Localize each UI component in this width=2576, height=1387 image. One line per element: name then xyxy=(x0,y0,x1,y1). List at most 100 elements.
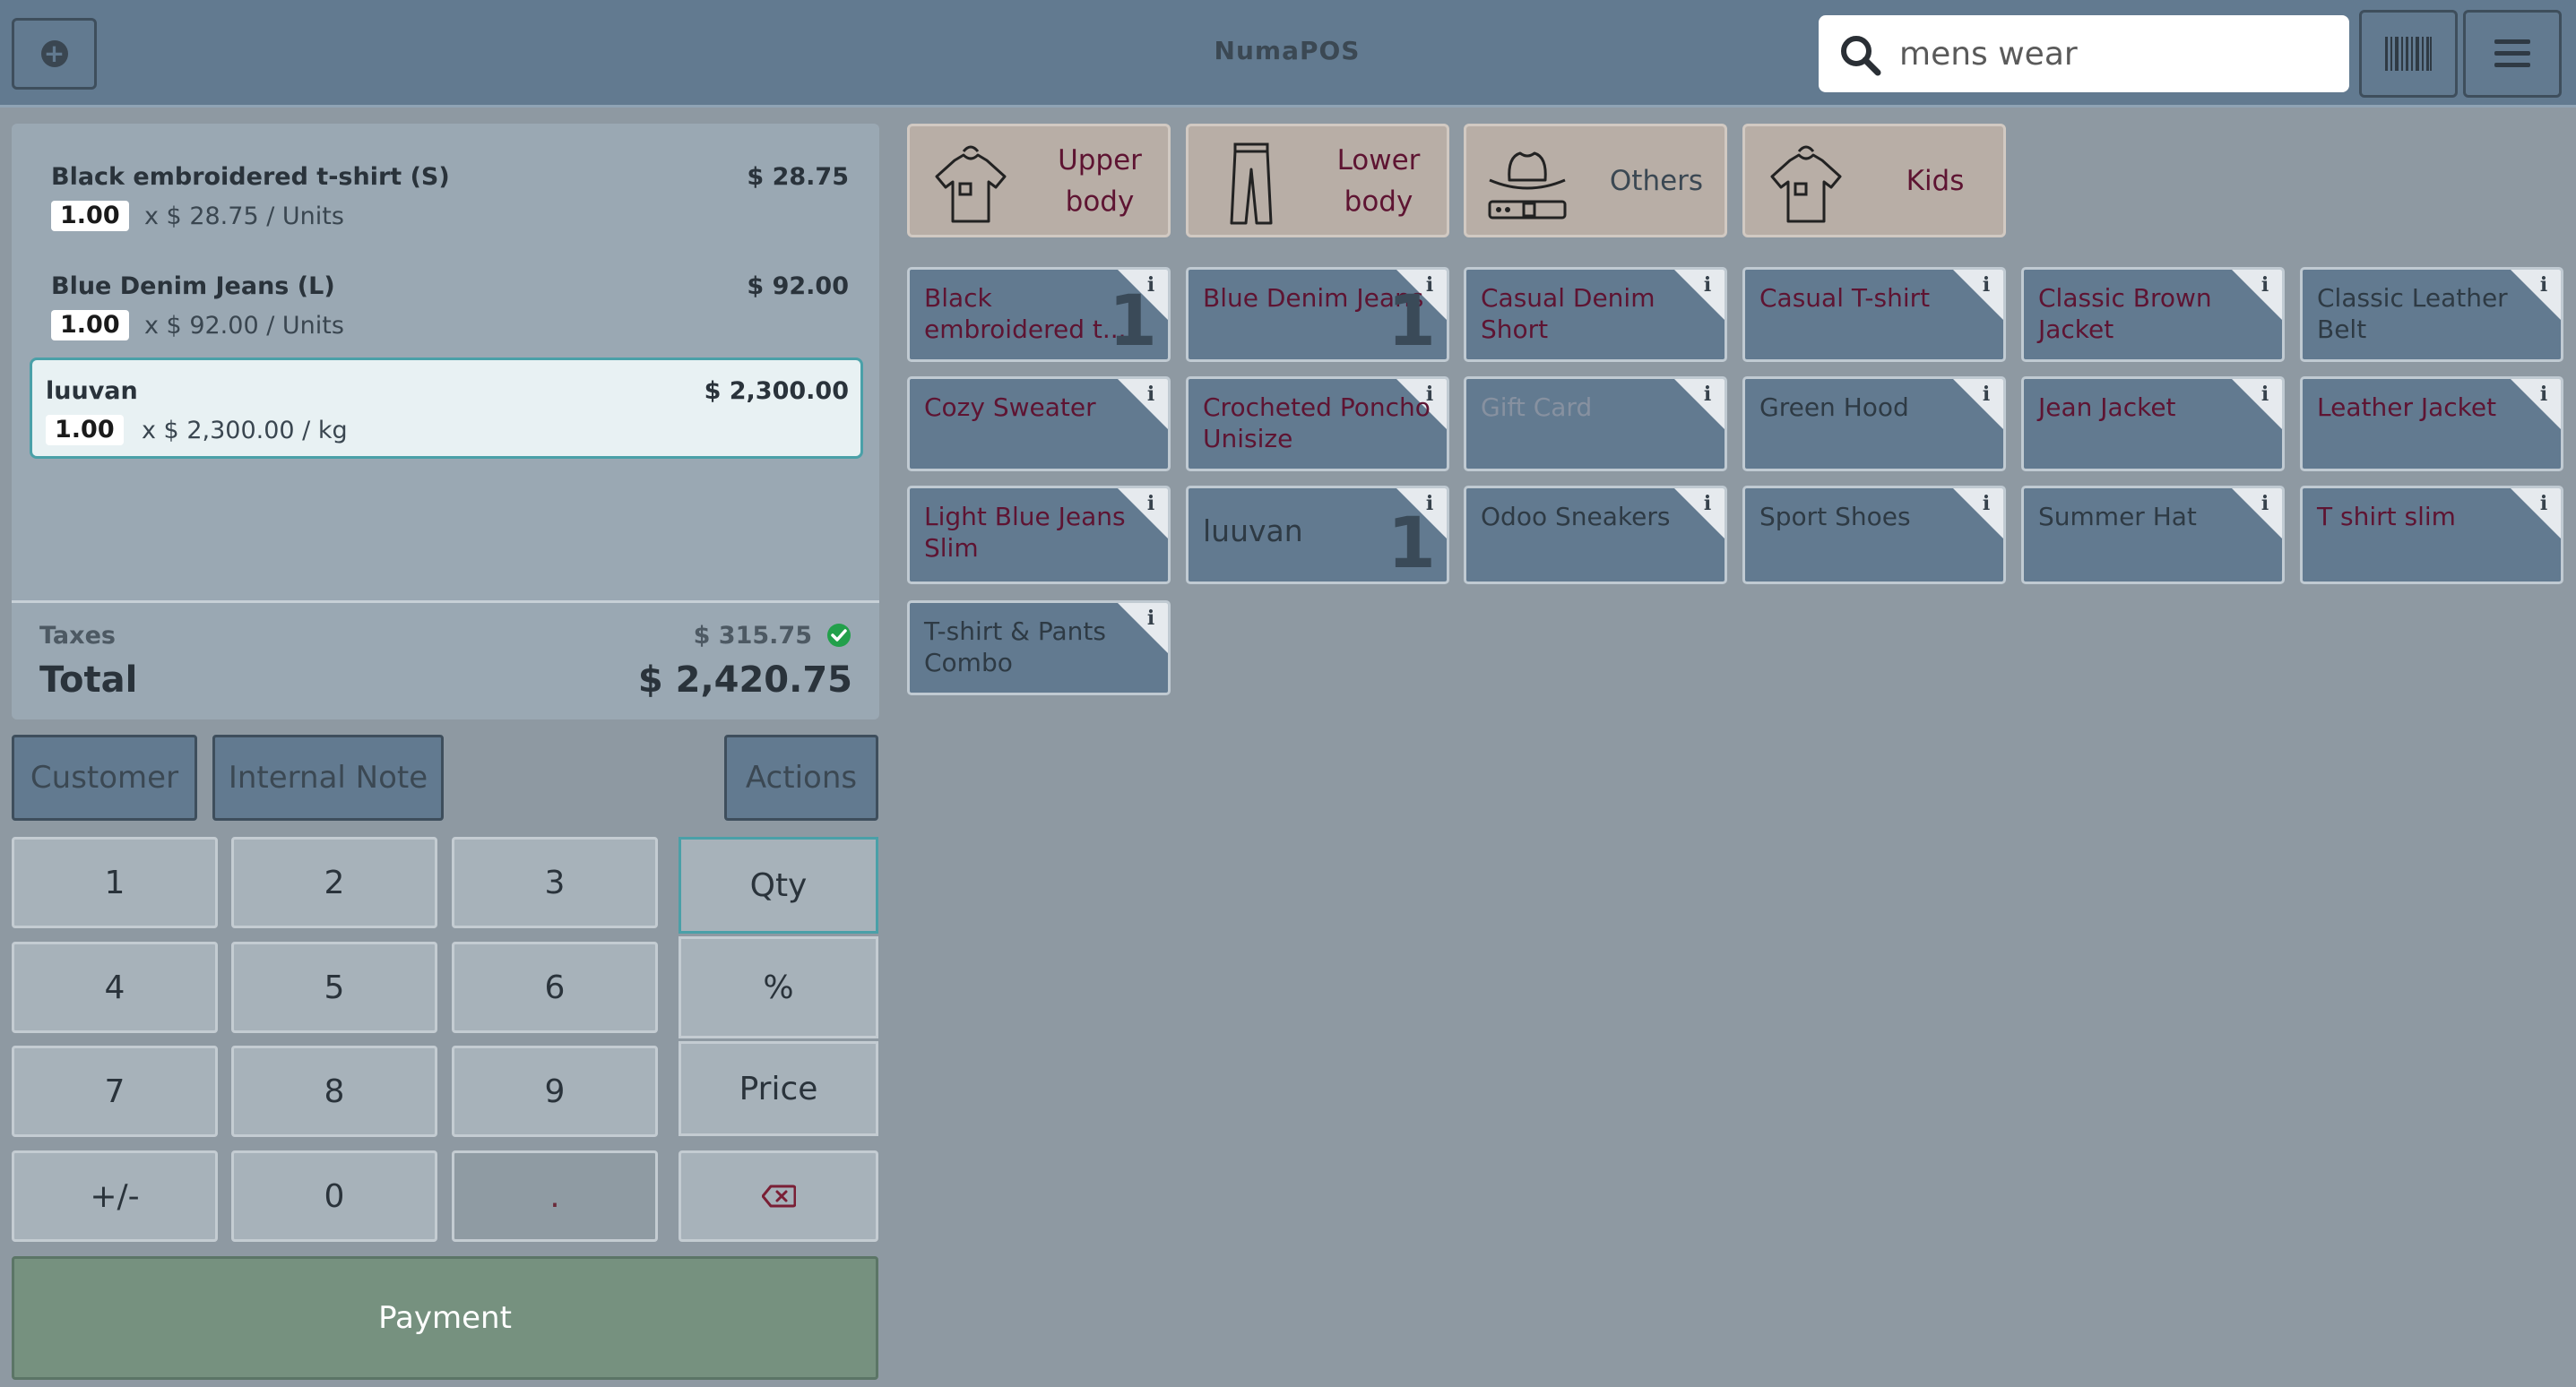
backspace-icon xyxy=(761,1185,796,1208)
category-label: Lower body xyxy=(1336,143,1421,218)
app-title: NumaPOS xyxy=(1214,36,1361,65)
product-card[interactable]: i Casual T-shirt xyxy=(1742,267,2006,362)
category-kids[interactable]: Kids xyxy=(1742,124,2006,237)
category-others[interactable]: Others xyxy=(1464,124,1727,237)
payment-button[interactable]: Payment xyxy=(12,1256,878,1380)
product-card[interactable]: i Light Blue Jeans Slim xyxy=(907,486,1171,584)
product-card[interactable]: i Sport Shoes xyxy=(1742,486,2006,584)
order-line-price: $ 28.75 xyxy=(747,163,849,191)
product-name: Casual T-shirt xyxy=(1759,283,1931,313)
backspace-button[interactable] xyxy=(679,1150,878,1242)
order-line-qty: 1.00 xyxy=(46,415,124,445)
mode-percent-button[interactable]: % xyxy=(679,936,878,1038)
new-order-button[interactable]: + xyxy=(12,18,97,90)
product-card[interactable]: i Black embroidered t... 1 xyxy=(907,267,1171,362)
barcode-button[interactable] xyxy=(2359,10,2458,98)
product-card[interactable]: i Gift Card xyxy=(1464,376,1727,471)
category-label: Kids xyxy=(1906,164,1965,197)
order-line-name: luuvan xyxy=(46,377,138,405)
tshirt-icon xyxy=(1770,145,1842,223)
product-card[interactable]: i Leather Jacket xyxy=(2300,376,2563,471)
product-card[interactable]: i Jean Jacket xyxy=(2021,376,2285,471)
search-box[interactable] xyxy=(1819,15,2349,92)
numpad-key-sign[interactable]: +/- xyxy=(12,1150,218,1242)
product-card[interactable]: i Odoo Sneakers xyxy=(1464,486,1727,584)
numpad-key-0[interactable]: 0 xyxy=(231,1150,437,1242)
hamburger-icon xyxy=(2494,39,2530,67)
total-value: $ 2,420.75 xyxy=(637,659,852,701)
total-label: Total xyxy=(39,659,138,701)
product-name: Sport Shoes xyxy=(1759,502,1911,531)
product-name: Summer Hat xyxy=(2038,502,2197,531)
product-name: Light Blue Jeans Slim xyxy=(924,502,1126,563)
numpad-key-2[interactable]: 2 xyxy=(231,837,437,928)
product-name: Gift Card xyxy=(1481,392,1593,422)
numpad-key-8[interactable]: 8 xyxy=(231,1046,437,1137)
product-card[interactable]: i Crocheted Poncho Unisize xyxy=(1186,376,1449,471)
product-name: Crocheted Poncho Unisize xyxy=(1203,392,1431,453)
category-label: Upper body xyxy=(1058,143,1142,218)
numpad-key-9[interactable]: 9 xyxy=(452,1046,658,1137)
order-line[interactable]: Blue Denim Jeans (L) $ 92.00 1.00 x $ 92… xyxy=(30,253,863,351)
tshirt-icon xyxy=(935,145,1007,223)
category-upper-body[interactable]: Upper body xyxy=(907,124,1171,237)
menu-button[interactable] xyxy=(2463,10,2562,98)
product-card[interactable]: i Classic Leather Belt xyxy=(2300,267,2563,362)
order-line-name: Blue Denim Jeans (L) xyxy=(51,272,335,300)
order-line-unit-price: x $ 92.00 / Units xyxy=(144,312,344,340)
customer-button[interactable]: Customer xyxy=(12,735,197,821)
mode-qty-button[interactable]: Qty xyxy=(679,837,878,934)
numpad-key-5[interactable]: 5 xyxy=(231,942,437,1033)
order-line-name: Black embroidered t-shirt (S) xyxy=(51,163,450,191)
barcode-icon xyxy=(2385,37,2432,71)
product-qty-badge: 1 xyxy=(1387,504,1436,584)
product-name: Jean Jacket xyxy=(2038,392,2176,422)
product-card[interactable]: i luuvan 1 xyxy=(1186,486,1449,584)
order-line[interactable]: Black embroidered t-shirt (S) $ 28.75 1.… xyxy=(30,143,863,242)
numpad-key-4[interactable]: 4 xyxy=(12,942,218,1033)
numpad-key-decimal[interactable]: . xyxy=(452,1150,658,1242)
search-icon xyxy=(1841,36,1881,76)
product-qty-badge: 1 xyxy=(1108,281,1157,362)
product-name: Leather Jacket xyxy=(2317,392,2497,422)
order-line-qty: 1.00 xyxy=(51,310,129,340)
product-name: T-shirt & Pants Combo xyxy=(924,616,1106,677)
product-qty-badge: 1 xyxy=(1387,281,1436,362)
numpad-key-1[interactable]: 1 xyxy=(12,837,218,928)
product-card[interactable]: i Summer Hat xyxy=(2021,486,2285,584)
product-name: Classic Brown Jacket xyxy=(2038,283,2212,344)
category-label: Others xyxy=(1609,164,1704,197)
hat-belt-icon xyxy=(1488,151,1567,220)
order-line-unit-price: x $ 2,300.00 / kg xyxy=(142,417,348,444)
numpad-key-7[interactable]: 7 xyxy=(12,1046,218,1137)
product-name: T shirt slim xyxy=(2317,502,2456,531)
product-card[interactable]: i Classic Brown Jacket xyxy=(2021,267,2285,362)
actions-button[interactable]: Actions xyxy=(724,735,878,821)
product-card[interactable]: i T shirt slim xyxy=(2300,486,2563,584)
product-name: Classic Leather Belt xyxy=(2317,283,2508,344)
order-line-price: $ 2,300.00 xyxy=(704,377,849,405)
numpad-key-3[interactable]: 3 xyxy=(452,837,658,928)
search-input[interactable] xyxy=(1899,28,2330,80)
order-line-selected[interactable]: luuvan $ 2,300.00 1.00 x $ 2,300.00 / kg xyxy=(30,358,863,459)
product-card[interactable]: i Casual Denim Short xyxy=(1464,267,1727,362)
internal-note-button[interactable]: Internal Note xyxy=(212,735,444,821)
order-divider xyxy=(12,600,879,603)
order-line-price: $ 92.00 xyxy=(747,272,849,300)
pants-icon xyxy=(1230,142,1273,225)
product-card[interactable]: i T-shirt & Pants Combo xyxy=(907,600,1171,695)
product-card[interactable]: i Cozy Sweater xyxy=(907,376,1171,471)
check-circle-icon xyxy=(827,624,851,647)
product-name: Odoo Sneakers xyxy=(1481,502,1671,531)
order-panel: Black embroidered t-shirt (S) $ 28.75 1.… xyxy=(12,124,879,719)
product-name: Green Hood xyxy=(1759,392,1909,422)
plus-circle-icon: + xyxy=(40,40,68,67)
taxes-label: Taxes xyxy=(39,622,116,650)
product-card[interactable]: i Blue Denim Jeans 1 xyxy=(1186,267,1449,362)
numpad-key-6[interactable]: 6 xyxy=(452,942,658,1033)
product-card[interactable]: i Green Hood xyxy=(1742,376,2006,471)
product-name: Casual Denim Short xyxy=(1481,283,1655,344)
mode-price-button[interactable]: Price xyxy=(679,1041,878,1136)
category-lower-body[interactable]: Lower body xyxy=(1186,124,1449,237)
product-name: Cozy Sweater xyxy=(924,392,1096,422)
